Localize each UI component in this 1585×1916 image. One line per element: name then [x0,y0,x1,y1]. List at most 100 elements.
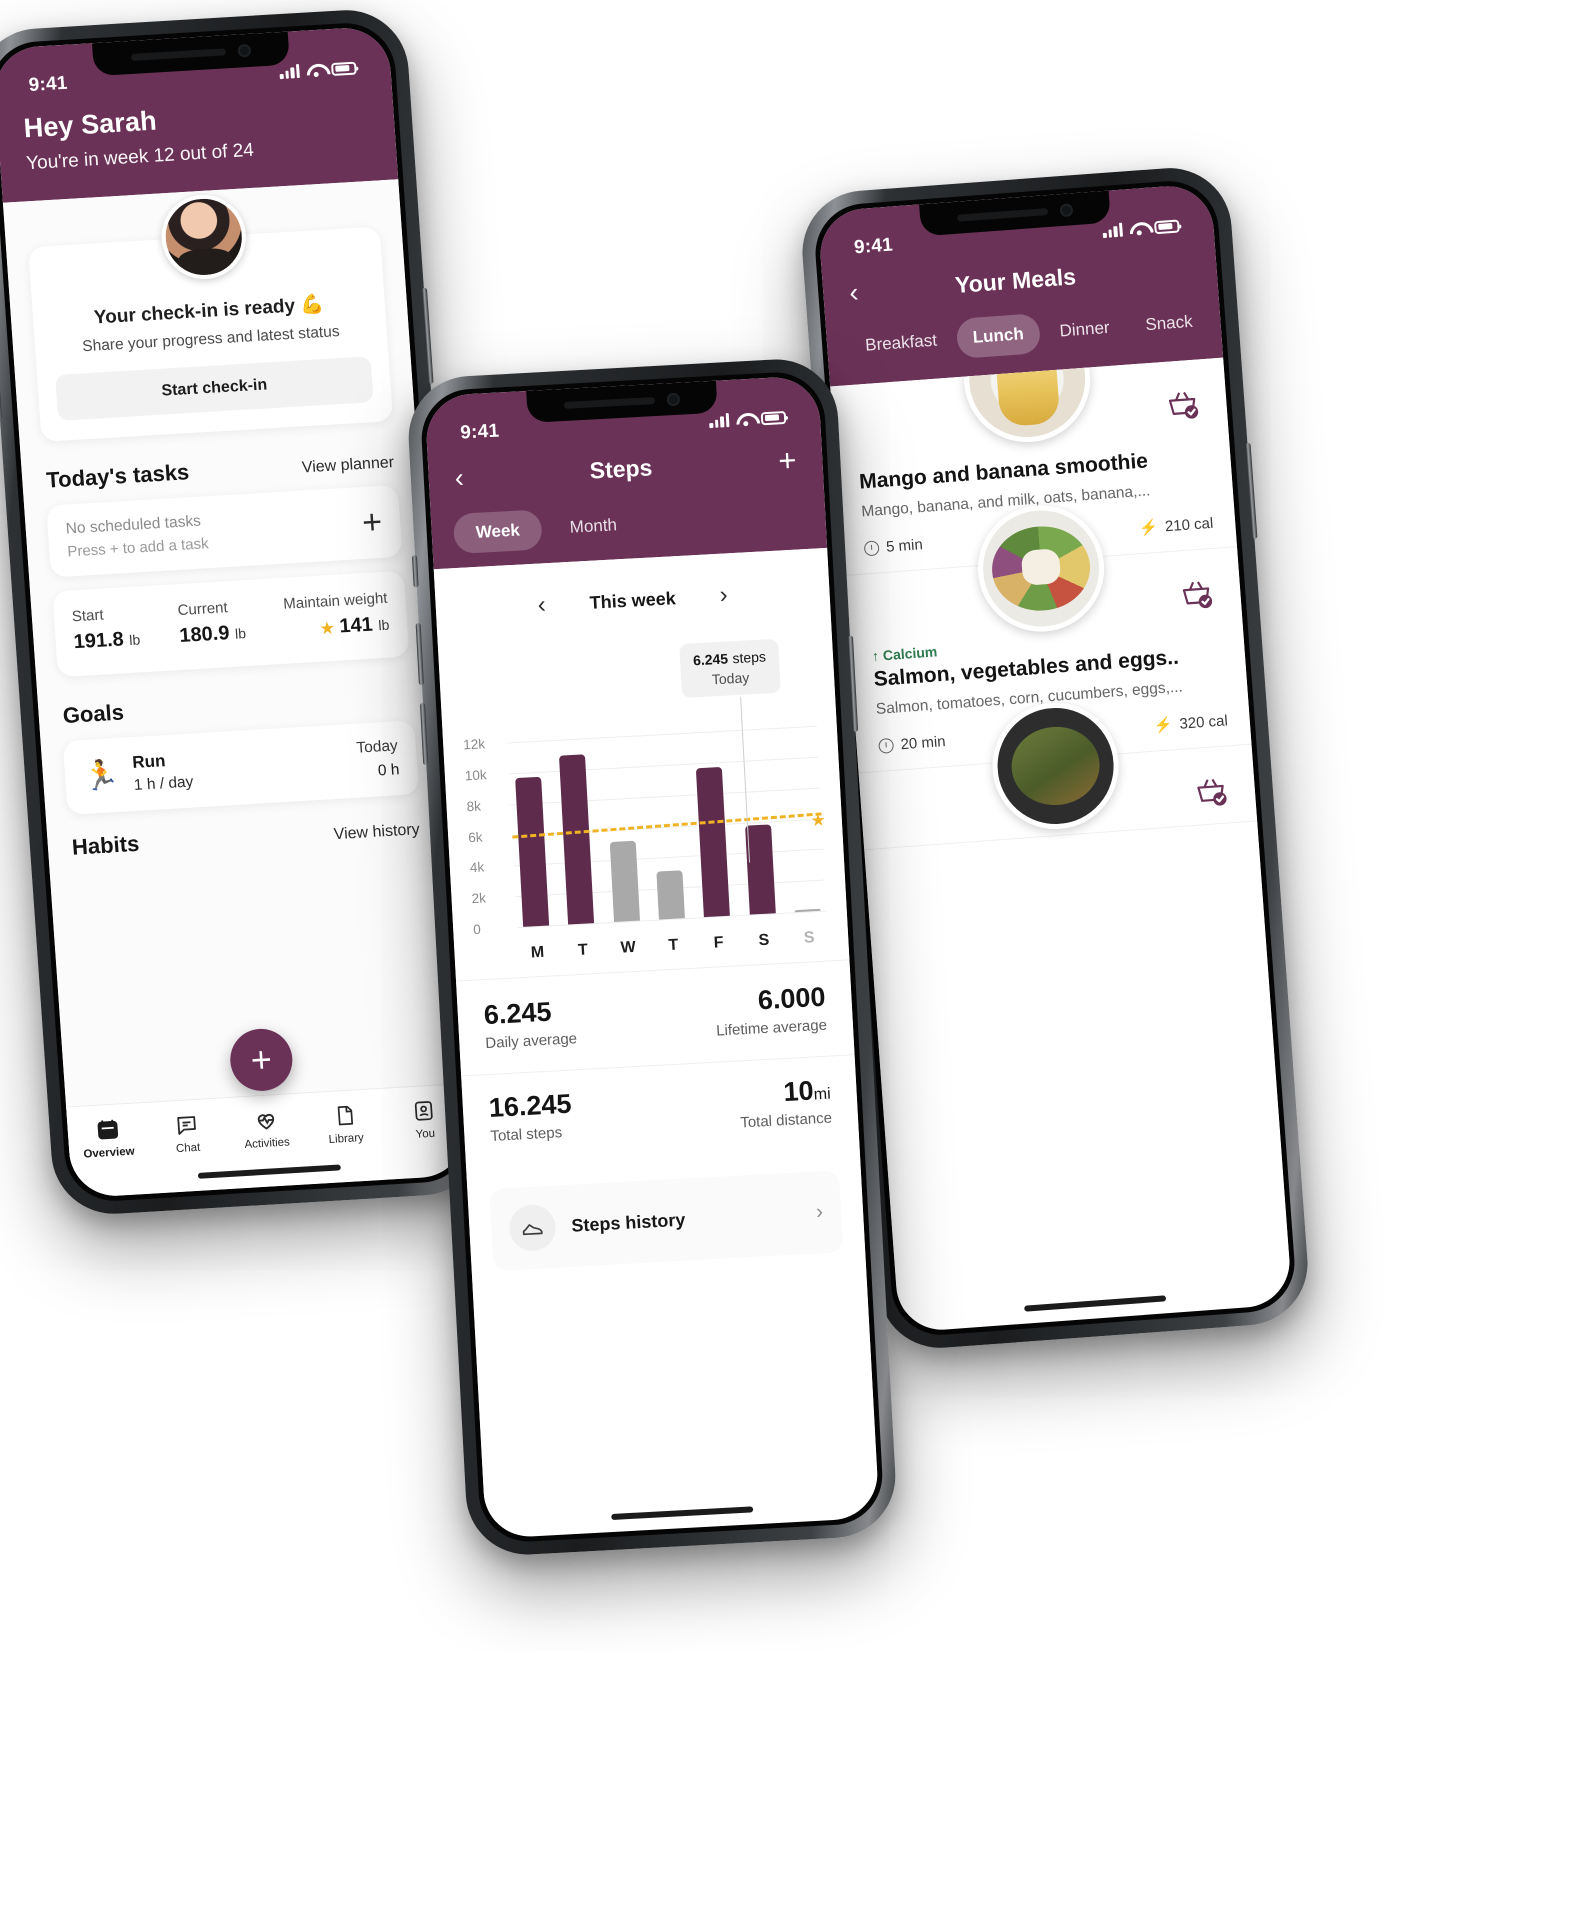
todays-tasks-header: Today's tasks View planner [45,447,394,494]
total-steps-label: Total steps [490,1124,563,1145]
chart-y-tick-label: 10k [464,767,488,784]
lifetime-average-label: Lifetime average [715,1016,828,1040]
tasks-empty-hint: Press + to add a task [66,535,210,561]
wifi-icon [736,411,755,426]
battery-icon [330,61,357,76]
volume-down-button[interactable] [0,357,2,420]
meal-calories-label: 210 cal [1164,514,1214,535]
todays-tasks-title: Today's tasks [45,459,190,493]
calendar-icon [67,1114,148,1145]
bolt-icon: ⚡ [1138,518,1159,538]
tab-activities[interactable]: Activities [225,1104,307,1152]
tab-snack[interactable]: Snack [1128,301,1210,347]
basket-check-icon[interactable] [1187,768,1234,815]
add-icon[interactable]: + [777,442,797,478]
stat-total-distance: 10mi Total distance [738,1075,833,1132]
tab-dinner[interactable]: Dinner [1042,307,1127,353]
segment-week[interactable]: Week [452,509,543,555]
book-icon [304,1100,385,1131]
chevron-right-icon[interactable]: › [815,1200,823,1224]
tab-lunch[interactable]: Lunch [955,313,1042,360]
tab-breakfast[interactable]: Breakfast [848,319,954,366]
chart-bar[interactable] [609,840,640,923]
goal-item-run[interactable]: 🏃 Run 1 h / day Today 0 h [62,720,420,815]
weight-card[interactable]: Start 191.8 lb Current 180.9 lb Maintain… [52,570,410,678]
plus-icon[interactable]: + [361,503,383,542]
tasks-empty-title: No scheduled tasks [65,512,202,538]
chart-bar[interactable] [656,870,685,920]
tab-overview[interactable]: Overview [67,1114,149,1162]
next-week-icon[interactable]: › [719,581,729,609]
avatar [158,192,249,282]
clock-icon [863,539,880,556]
wifi-icon [306,62,325,77]
checkin-card[interactable]: Your check-in is ready 💪 Share your prog… [28,192,394,442]
tasks-empty-card[interactable]: No scheduled tasks Press + to add a task… [46,484,403,578]
chat-bubble-icon [146,1109,227,1140]
status-icons [279,59,357,79]
earpiece-speaker [131,48,226,61]
wifi-icon [1129,220,1148,235]
meal-calories: ⚡ 320 cal [1153,711,1228,735]
stat-total-steps: 16.245 Total steps [488,1089,573,1145]
stats-row-totals: 16.245 Total steps 10mi Total distance [461,1054,860,1165]
steps-bar-chart[interactable]: 6.245 steps Today 12k 10k 8k 6k 4k 2k 0 ★ M T W T F… [458,627,829,976]
chart-bar[interactable] [744,824,776,915]
weight-maintain-label: Maintain weight [282,589,388,613]
page-title: Steps [589,454,653,484]
cellular-bars-icon [279,62,300,79]
chart-average-star-icon: ★ [810,810,827,831]
steps-body: ‹ This week › 6.245 steps Today 12k 10k 8k… [433,547,879,1522]
daily-average-label: Daily average [484,1030,578,1053]
chart-bars [506,711,826,927]
segment-month[interactable]: Month [547,504,640,549]
status-icons [709,408,787,428]
battery-icon [1153,218,1180,234]
meal-type-tabs: Breakfast Lunch Dinner Snack [848,301,1200,367]
chart-bar[interactable] [515,776,550,927]
battery-icon [760,410,787,425]
power-button[interactable] [421,287,434,384]
daily-average-value: 6.245 [483,996,553,1031]
meals-list: Mango and banana smoothie Mango, banana,… [830,357,1292,1312]
basket-check-icon[interactable] [1173,571,1220,618]
cellular-bars-icon [709,412,730,428]
mute-switch[interactable] [411,555,419,588]
earpiece-speaker [956,207,1049,222]
weight-maintain-value: 141 [338,613,374,638]
power-button[interactable] [1245,442,1258,539]
chart-plot-area: 12k 10k 8k 6k 4k 2k 0 ★ [463,711,827,937]
start-checkin-button[interactable]: Start check-in [55,356,374,421]
tab-library[interactable]: Library [304,1100,386,1148]
status-time: 9:41 [459,420,500,444]
view-history-link[interactable]: View history [333,821,420,844]
meal-calories: ⚡ 210 cal [1139,514,1214,537]
chart-x-tick-label: T [577,941,589,959]
tooltip-unit: steps [732,648,767,667]
tab-chat[interactable]: Chat [146,1109,228,1157]
cellular-bars-icon [1102,221,1123,238]
weight-current-unit: lb [234,625,247,642]
back-chevron-icon[interactable]: ‹ [454,462,465,492]
overview-screen: 9:41 Hey Sarah You're in week 12 out of … [0,25,468,1199]
lifetime-average-value: 6.000 [757,981,827,1016]
chart-y-tick-label: 0 [472,921,482,938]
chart-x-tick-label: W [620,938,637,957]
chart-bar[interactable] [696,766,731,918]
bolt-icon: ⚡ [1153,716,1174,735]
prev-week-icon[interactable]: ‹ [537,591,547,619]
weight-start-label: Start [71,606,105,626]
running-person-icon: 🏃 [82,758,121,793]
phone-steps: 9:41 ‹ Steps + Week Month ‹ This week › … [405,356,899,1558]
steps-history-row[interactable]: Steps history › [489,1170,844,1272]
period-segmented-control: Week Month [452,495,805,555]
total-distance-label: Total distance [739,1109,833,1132]
chart-tooltip: 6.245 steps Today [679,638,781,698]
chart-bar[interactable] [559,754,595,925]
view-planner-link[interactable]: View planner [301,454,394,477]
total-steps-value: 16.245 [488,1088,573,1124]
front-camera [236,43,251,58]
weight-current-value: 180.9 [178,622,231,648]
basket-check-icon[interactable] [1159,381,1206,428]
habits-title: Habits [71,830,141,860]
